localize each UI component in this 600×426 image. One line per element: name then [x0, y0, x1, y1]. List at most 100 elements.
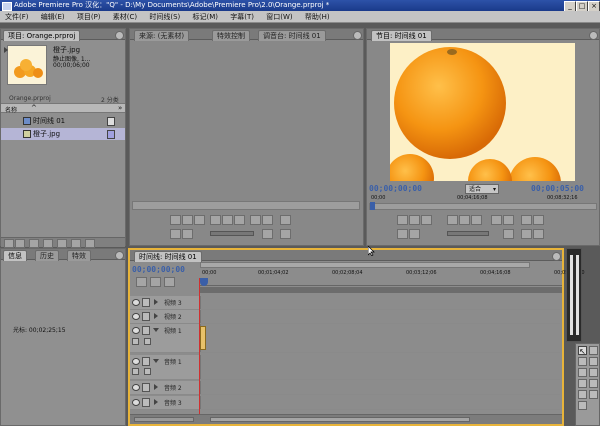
rolling-edit-tool-icon[interactable] — [589, 357, 598, 366]
overlay-icon[interactable] — [262, 215, 273, 225]
ripple-edit-tool-icon[interactable] — [578, 357, 587, 366]
collapse-track-icon[interactable] — [153, 328, 159, 332]
go-to-in-icon[interactable] — [397, 229, 408, 239]
step-forward-icon[interactable] — [234, 215, 245, 225]
tab-effects[interactable]: 特效 — [67, 250, 91, 261]
track-label[interactable]: 音频 3 — [164, 398, 182, 407]
hand-tool-icon[interactable] — [589, 390, 598, 399]
tab-info[interactable]: 信息 — [3, 250, 27, 261]
find-icon[interactable] — [43, 239, 53, 248]
menu-help[interactable]: 帮助(H) — [300, 11, 335, 23]
source-scrub-bar[interactable] — [132, 201, 360, 210]
work-area-bar[interactable] — [200, 287, 562, 293]
list-view-icon[interactable] — [4, 239, 14, 248]
menu-edit[interactable]: 编辑(E) — [36, 11, 70, 23]
eye-icon[interactable] — [132, 327, 140, 334]
jog-shuttle[interactable] — [210, 231, 254, 236]
list-item[interactable]: 时间线 01 — [1, 115, 125, 127]
tab-effect-controls[interactable]: 特效控制 — [212, 30, 250, 41]
step-back-icon[interactable] — [210, 215, 221, 225]
column-more-icon[interactable]: » — [118, 104, 122, 112]
panel-menu-icon[interactable] — [353, 31, 362, 40]
set-marker-icon[interactable] — [150, 277, 161, 287]
set-out-icon[interactable] — [182, 215, 193, 225]
panel-menu-icon[interactable] — [115, 31, 124, 40]
tab-program[interactable]: 节目: 时间线 01 — [371, 30, 432, 41]
menu-title[interactable]: 字幕(T) — [225, 11, 259, 23]
program-timecode-current[interactable]: 00;00;00;00 — [369, 184, 422, 193]
play-thumbnail-icon[interactable] — [4, 47, 10, 53]
marker-icon[interactable] — [421, 215, 432, 225]
menu-clip[interactable]: 素材(C) — [108, 11, 142, 23]
expand-track-icon[interactable] — [154, 384, 158, 390]
panel-menu-icon[interactable] — [115, 251, 124, 260]
display-style-icon[interactable] — [132, 338, 139, 345]
zoom-scroll-bar[interactable] — [200, 262, 530, 268]
loop-icon[interactable] — [503, 229, 514, 239]
zoom-slider[interactable] — [134, 417, 194, 422]
output-icon[interactable] — [533, 229, 544, 239]
speaker-icon[interactable] — [132, 399, 140, 406]
lock-icon[interactable] — [142, 326, 150, 335]
close-button[interactable]: × — [588, 1, 600, 11]
new-item-icon[interactable] — [71, 239, 81, 248]
trim-icon[interactable] — [521, 215, 532, 225]
extract-icon[interactable] — [503, 215, 514, 225]
tab-timeline[interactable]: 时间线: 时间线 01 — [134, 251, 202, 262]
sort-ascending-icon[interactable]: ^ — [31, 104, 37, 112]
zoom-tool-icon[interactable] — [578, 401, 587, 410]
expand-track-icon[interactable] — [154, 299, 158, 305]
eye-icon[interactable] — [132, 313, 140, 320]
encore-marker-icon[interactable] — [164, 277, 175, 287]
loop-icon[interactable] — [262, 229, 273, 239]
track-label[interactable]: 音频 2 — [164, 383, 182, 392]
set-in-icon[interactable] — [397, 215, 408, 225]
set-out-icon[interactable] — [409, 215, 420, 225]
tab-project[interactable]: 项目: Orange.prproj — [3, 30, 81, 41]
keyframe-icon[interactable] — [144, 368, 151, 375]
tab-history[interactable]: 历史 — [35, 250, 59, 261]
horizontal-scrollbar[interactable] — [210, 417, 470, 422]
maximize-button[interactable]: □ — [576, 1, 588, 11]
lock-icon[interactable] — [142, 298, 150, 307]
go-to-out-icon[interactable] — [409, 229, 420, 239]
menu-marker[interactable]: 标记(M) — [188, 11, 224, 23]
expand-track-icon[interactable] — [154, 313, 158, 319]
program-scrub-bar[interactable] — [369, 202, 597, 210]
playhead-icon[interactable] — [370, 202, 375, 210]
keyframe-icon[interactable] — [144, 338, 151, 345]
eye-icon[interactable] — [132, 299, 140, 306]
insert-icon[interactable] — [250, 215, 261, 225]
label-color-swatch[interactable] — [107, 130, 115, 139]
go-to-out-icon[interactable] — [182, 229, 193, 239]
collapse-track-icon[interactable] — [153, 359, 159, 363]
safe-margins-icon[interactable] — [521, 229, 532, 239]
slide-tool-icon[interactable] — [589, 379, 598, 388]
pen-tool-icon[interactable] — [578, 390, 587, 399]
lock-icon[interactable] — [142, 357, 150, 366]
lock-icon[interactable] — [142, 312, 150, 321]
expand-track-icon[interactable] — [154, 399, 158, 405]
delete-icon[interactable] — [85, 239, 95, 248]
waveform-icon[interactable] — [132, 368, 139, 375]
speaker-icon[interactable] — [132, 384, 140, 391]
track-label[interactable]: 视频 3 — [164, 298, 182, 307]
tab-source[interactable]: 来源: (无素材) — [134, 30, 190, 41]
speaker-icon[interactable] — [132, 358, 140, 365]
clip-orange[interactable] — [200, 326, 206, 350]
step-back-icon[interactable] — [447, 215, 458, 225]
slip-tool-icon[interactable] — [578, 379, 587, 388]
minimize-button[interactable]: _ — [564, 1, 576, 11]
export-frame-icon[interactable] — [533, 215, 544, 225]
automate-icon[interactable] — [29, 239, 39, 248]
marker-icon[interactable] — [194, 215, 205, 225]
tab-audio-mixer[interactable]: 调音台: 时间线 01 — [258, 30, 326, 41]
lock-icon[interactable] — [142, 398, 150, 407]
selection-tool-icon[interactable]: ↖ — [578, 346, 587, 356]
snap-icon[interactable] — [136, 277, 147, 287]
step-forward-icon[interactable] — [471, 215, 482, 225]
menu-sequence[interactable]: 时间线(S) — [144, 11, 185, 23]
playhead-icon[interactable] — [200, 278, 208, 286]
output-icon[interactable] — [280, 229, 291, 239]
lock-icon[interactable] — [142, 383, 150, 392]
